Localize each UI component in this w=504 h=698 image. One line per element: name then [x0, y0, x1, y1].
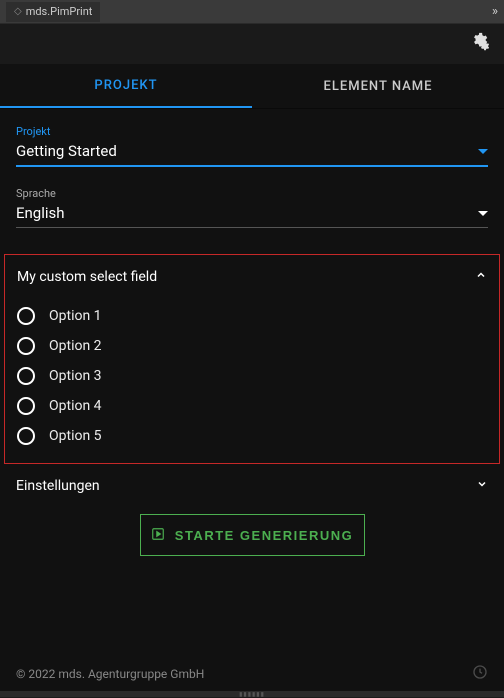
radio-option-2[interactable]: Option 2 — [17, 337, 487, 355]
dropdown-icon — [478, 211, 488, 216]
generate-button[interactable]: STARTE GENERIERUNG — [140, 514, 365, 556]
settings-label: Einstellungen — [16, 478, 100, 494]
radio-icon — [17, 307, 35, 325]
chevron-down-icon — [476, 478, 488, 494]
settings-gears-icon[interactable] — [468, 31, 490, 57]
radio-icon — [17, 397, 35, 415]
settings-header[interactable]: Einstellungen — [16, 476, 488, 496]
dropdown-icon — [478, 149, 488, 154]
language-select[interactable]: English — [16, 204, 488, 228]
panel-tab[interactable]: ◇ mds.PimPrint — [6, 2, 100, 22]
copyright: © 2022 mds. Agenturgruppe GmbH — [16, 667, 204, 681]
radio-option-3[interactable]: Option 3 — [17, 367, 487, 385]
window-header: ◇ mds.PimPrint » — [0, 0, 504, 24]
main-tabs: PROJEKT ELEMENT NAME — [0, 64, 504, 109]
expand-icon[interactable]: » — [492, 4, 498, 19]
radio-icon — [17, 367, 35, 385]
tab-element-name[interactable]: ELEMENT NAME — [252, 64, 504, 108]
radio-list: Option 1 Option 2 Option 3 Option 4 Opti… — [17, 307, 487, 445]
radio-option-4[interactable]: Option 4 — [17, 397, 487, 415]
language-value: English — [16, 204, 65, 222]
project-field: Projekt Getting Started — [16, 125, 488, 167]
footer: © 2022 mds. Agenturgruppe GmbH — [0, 652, 504, 691]
toolbar — [0, 24, 504, 64]
project-select[interactable]: Getting Started — [16, 142, 488, 167]
custom-select-section: My custom select field Option 1 Option 2… — [4, 254, 500, 464]
grip-icon: ▮▮▮▮▮▮ — [239, 691, 265, 698]
custom-select-header[interactable]: My custom select field — [17, 269, 487, 285]
language-label: Sprache — [16, 187, 488, 200]
chevron-up-icon — [475, 269, 487, 285]
play-icon — [151, 527, 165, 544]
tab-projekt[interactable]: PROJEKT — [0, 64, 252, 108]
panel-title: mds.PimPrint — [26, 5, 93, 18]
radio-icon — [17, 337, 35, 355]
radio-option-5[interactable]: Option 5 — [17, 427, 487, 445]
drag-handle-icon: ◇ — [14, 6, 22, 17]
panel-content: PROJEKT ELEMENT NAME Projekt Getting Sta… — [0, 24, 504, 697]
radio-option-1[interactable]: Option 1 — [17, 307, 487, 325]
clock-icon[interactable] — [472, 664, 488, 683]
project-value: Getting Started — [16, 142, 117, 160]
generate-label: STARTE GENERIERUNG — [175, 528, 353, 543]
form-section: Projekt Getting Started Sprache English — [0, 109, 504, 254]
project-label: Projekt — [16, 125, 488, 138]
custom-select-title: My custom select field — [17, 269, 157, 285]
language-field: Sprache English — [16, 187, 488, 228]
resize-grip[interactable]: ▮▮▮▮▮▮ — [0, 691, 504, 697]
radio-icon — [17, 427, 35, 445]
